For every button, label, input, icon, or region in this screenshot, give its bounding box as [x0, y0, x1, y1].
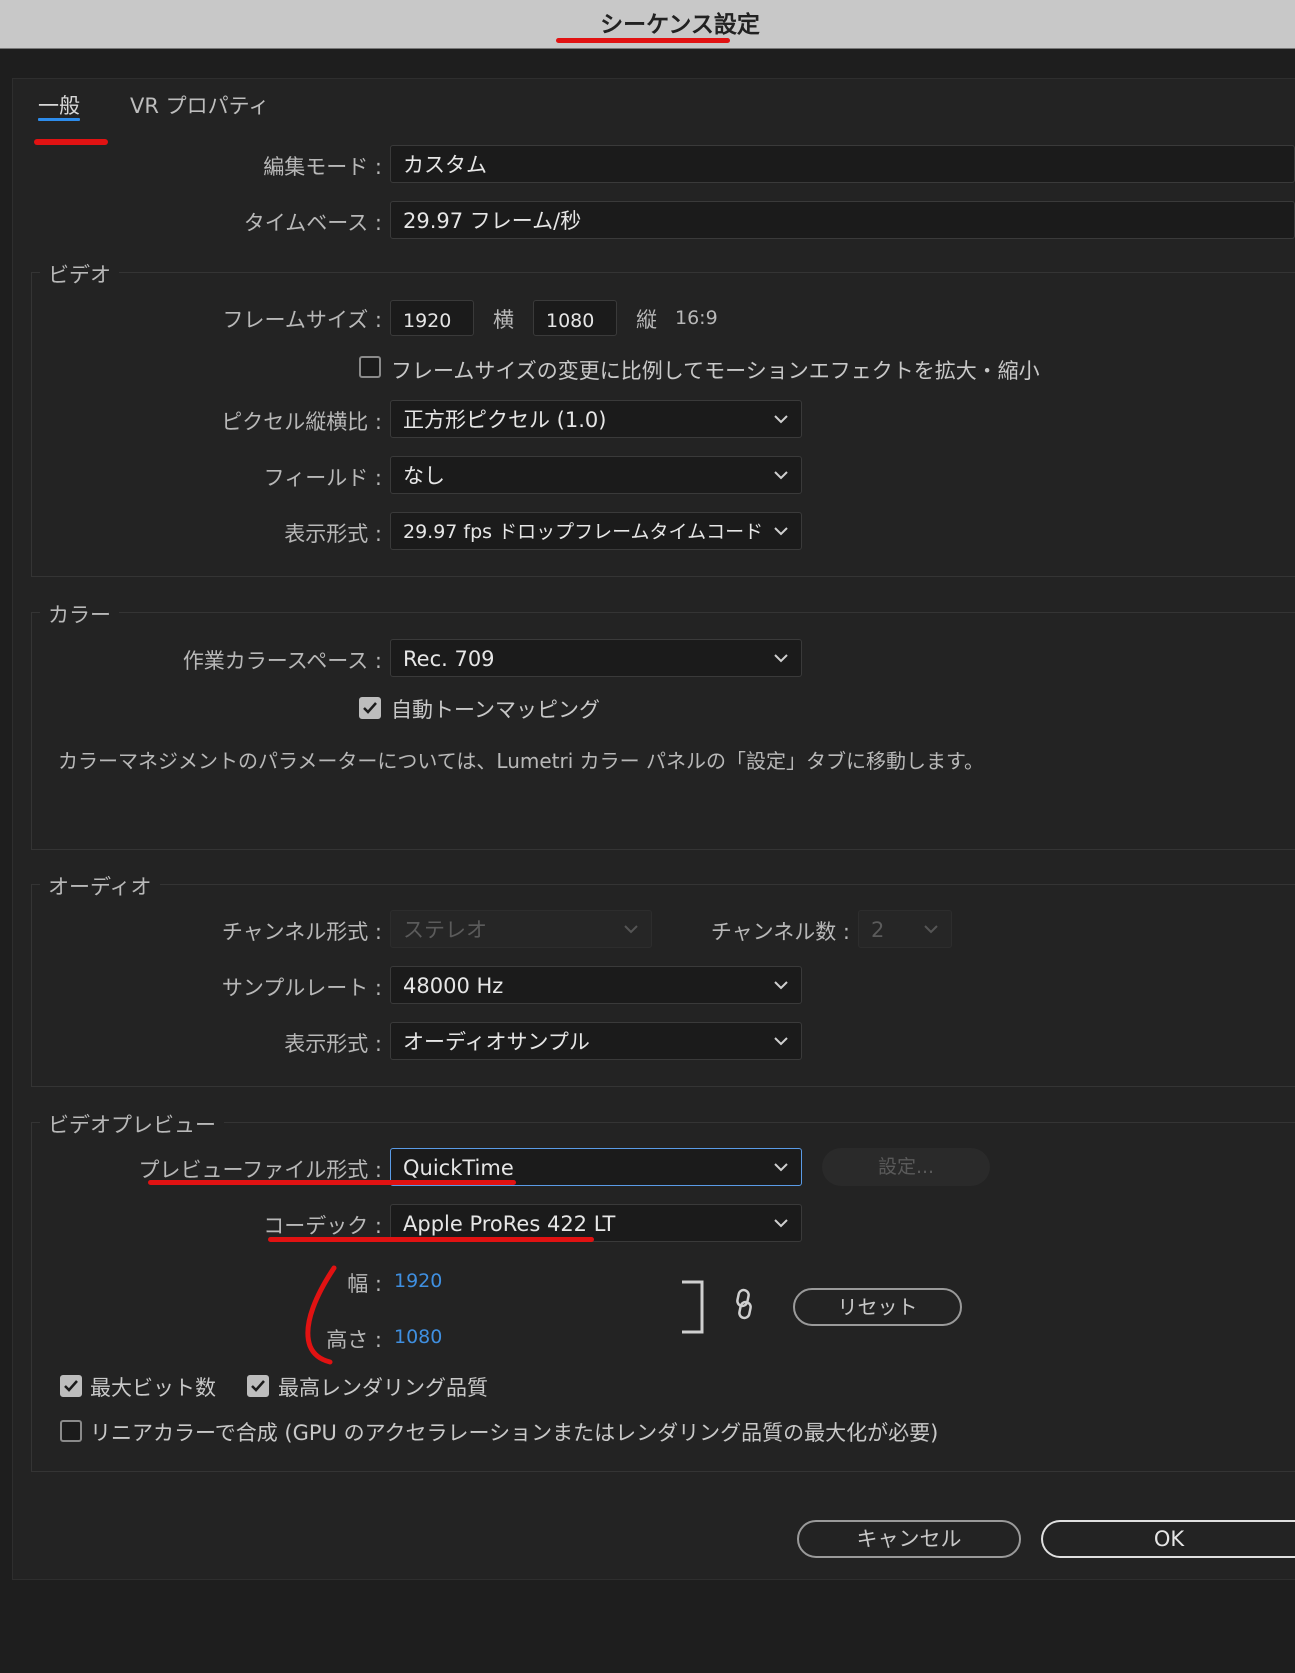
- video-section-legend: ビデオ: [40, 259, 119, 289]
- scale-motion-label: フレームサイズの変更に比例してモーションエフェクトを拡大・縮小: [391, 359, 1040, 383]
- dimension-bracket-icon: [682, 1280, 704, 1334]
- chevron-down-icon: [774, 1037, 788, 1046]
- preview-settings-button: 設定...: [822, 1148, 990, 1186]
- edit-mode-field[interactable]: カスタム: [390, 145, 1295, 183]
- chevron-down-icon: [924, 925, 938, 934]
- tab-general[interactable]: 一般: [38, 90, 80, 120]
- max-bit-depth-checkbox[interactable]: [60, 1375, 82, 1397]
- working-space-label: 作業カラースペース :: [182, 649, 382, 673]
- video-display-format-label: 表示形式 :: [284, 522, 382, 546]
- annotation-underline-preview-format: [148, 1180, 516, 1185]
- chevron-down-icon: [774, 1219, 788, 1228]
- pixel-aspect-value: 正方形ピクセル (1.0): [403, 408, 607, 432]
- scale-motion-checkbox[interactable]: [359, 356, 381, 378]
- horizontal-label: 横: [493, 308, 514, 332]
- chevron-down-icon: [774, 415, 788, 424]
- sample-rate-label: サンプルレート :: [221, 976, 382, 1000]
- annotation-stroke: [305, 1265, 337, 1365]
- checkmark-icon: [251, 1380, 265, 1392]
- channel-count-label: チャンネル数 :: [710, 920, 850, 944]
- chevron-down-icon: [624, 925, 638, 934]
- cancel-button[interactable]: キャンセル: [797, 1520, 1021, 1558]
- checkmark-icon: [363, 702, 377, 714]
- max-bit-depth-label: 最大ビット数: [90, 1376, 216, 1400]
- chevron-down-icon: [774, 527, 788, 536]
- linear-color-checkbox[interactable]: [60, 1420, 82, 1442]
- tab-vr-properties[interactable]: VR プロパティ: [130, 90, 269, 120]
- timebase-field[interactable]: 29.97 フレーム/秒: [390, 201, 1295, 239]
- video-display-format-select[interactable]: 29.97 fps ドロップフレームタイムコード: [390, 512, 802, 550]
- fields-label: フィールド :: [263, 466, 382, 490]
- preview-width-value[interactable]: 1920: [394, 1270, 442, 1292]
- max-render-quality-checkbox[interactable]: [247, 1375, 269, 1397]
- link-chain-icon[interactable]: [734, 1288, 754, 1322]
- pixel-aspect-label: ピクセル縦横比 :: [221, 410, 382, 434]
- timebase-label: タイムベース :: [243, 211, 382, 235]
- chevron-down-icon: [774, 1163, 788, 1172]
- audio-display-format-label: 表示形式 :: [284, 1032, 382, 1056]
- working-space-select[interactable]: Rec. 709: [390, 639, 802, 677]
- annotation-underline-codec: [268, 1237, 594, 1242]
- preview-file-format-value: QuickTime: [403, 1156, 514, 1180]
- video-preview-section-legend: ビデオプレビュー: [40, 1109, 224, 1139]
- channel-count-select: 2: [858, 910, 952, 948]
- chevron-down-icon: [774, 981, 788, 990]
- channel-format-select: ステレオ: [390, 910, 652, 948]
- auto-tone-mapping-checkbox[interactable]: [359, 697, 381, 719]
- fields-value: なし: [403, 464, 445, 488]
- tab-general-indicator: [38, 118, 80, 121]
- aspect-ratio-text: 16:9: [675, 307, 718, 329]
- window-title: シーケンス設定: [600, 12, 760, 38]
- auto-tone-mapping-label: 自動トーンマッピング: [391, 698, 600, 722]
- frame-size-label: フレームサイズ :: [222, 308, 383, 332]
- color-management-note: カラーマネジメントのパラメーターについては、Lumetri カラー パネルの「設…: [58, 749, 984, 773]
- checkmark-icon: [64, 1380, 78, 1392]
- channel-format-label: チャンネル形式 :: [221, 920, 382, 944]
- sample-rate-select[interactable]: 48000 Hz: [390, 966, 802, 1004]
- channel-count-value: 2: [871, 918, 885, 942]
- codec-value: Apple ProRes 422 LT: [403, 1212, 616, 1236]
- linear-color-label: リニアカラーで合成 (GPU のアクセラレーションまたはレンダリング品質の最大化…: [90, 1421, 939, 1445]
- reset-button[interactable]: リセット: [793, 1288, 962, 1326]
- frame-height-input[interactable]: 1080: [533, 300, 617, 336]
- annotation-underline-title: [556, 38, 730, 43]
- chevron-down-icon: [774, 471, 788, 480]
- chevron-down-icon: [774, 654, 788, 663]
- fields-select[interactable]: なし: [390, 456, 802, 494]
- video-display-format-value: 29.97 fps ドロップフレームタイムコード: [403, 521, 764, 543]
- pixel-aspect-select[interactable]: 正方形ピクセル (1.0): [390, 400, 802, 438]
- preview-height-value[interactable]: 1080: [394, 1326, 442, 1348]
- edit-mode-label: 編集モード :: [263, 155, 382, 179]
- ok-button[interactable]: OK: [1041, 1520, 1295, 1558]
- vertical-label: 縦: [636, 308, 657, 332]
- audio-display-format-select[interactable]: オーディオサンプル: [390, 1022, 802, 1060]
- audio-display-format-value: オーディオサンプル: [403, 1030, 590, 1054]
- sample-rate-value: 48000 Hz: [403, 974, 504, 998]
- audio-section-legend: オーディオ: [40, 871, 160, 901]
- frame-width-input[interactable]: 1920: [390, 300, 474, 336]
- color-section-legend: カラー: [40, 599, 119, 629]
- working-space-value: Rec. 709: [403, 647, 495, 671]
- annotation-underline-tab: [34, 139, 108, 145]
- max-render-quality-label: 最高レンダリング品質: [278, 1376, 488, 1400]
- channel-format-value: ステレオ: [403, 918, 487, 942]
- codec-label: コーデック :: [263, 1214, 382, 1238]
